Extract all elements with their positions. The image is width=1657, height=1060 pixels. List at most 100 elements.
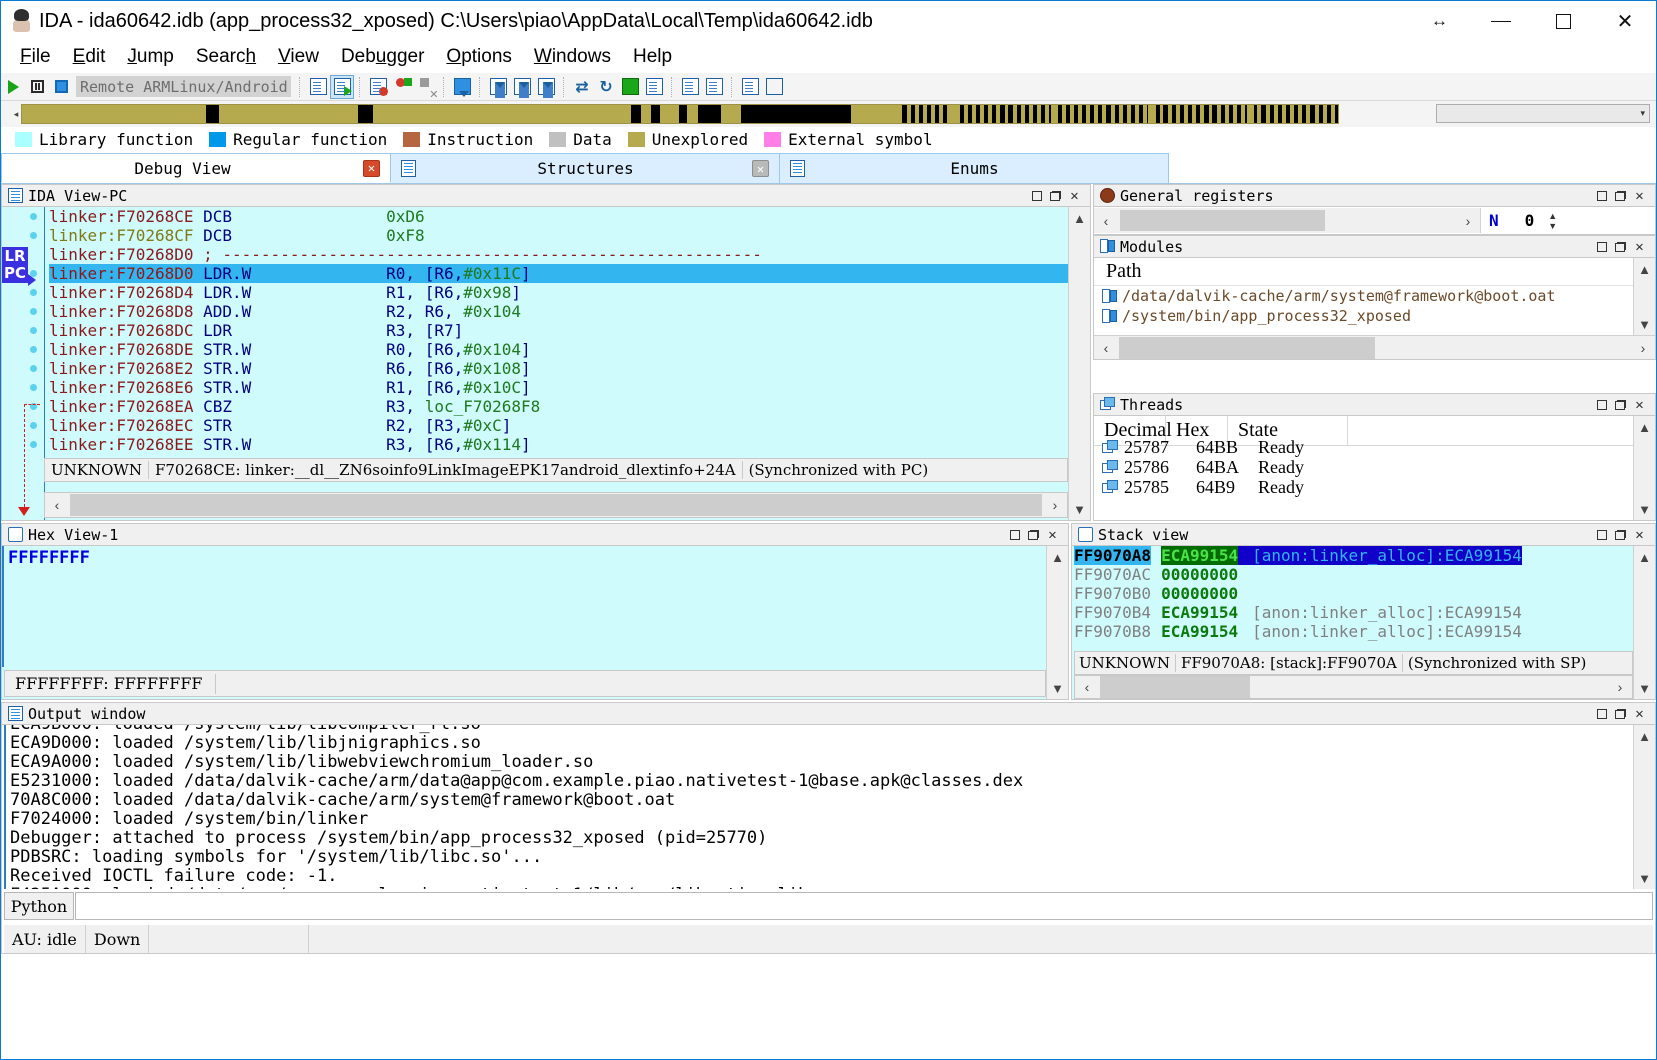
modules-column-header[interactable]: Path <box>1094 258 1655 286</box>
registers-restore-button[interactable] <box>1611 187 1630 205</box>
scroll-down-icon[interactable]: ▼ <box>1634 867 1656 889</box>
menu-edit[interactable]: Edit <box>62 44 117 70</box>
modules-vscrollbar[interactable]: ▲ ▼ <box>1633 258 1655 335</box>
pause-button[interactable] <box>26 76 48 98</box>
disassembly-line[interactable]: linker:F70268CF DCB 0xF8 <box>49 226 1068 245</box>
threads-close-button[interactable] <box>1630 396 1649 414</box>
scroll-up-icon[interactable]: ▲ <box>1634 416 1656 438</box>
scroll-left-icon[interactable]: ‹ <box>45 493 69 517</box>
add-breakpoint-button[interactable] <box>391 76 413 98</box>
threads-maximize-button[interactable] <box>1592 396 1611 414</box>
ida-view-hscrollbar[interactable]: ‹ › <box>44 492 1068 518</box>
scroll-up-icon[interactable]: ▲ <box>1634 725 1656 747</box>
ida-view-close-button[interactable] <box>1065 187 1084 205</box>
stack-view-close-button[interactable] <box>1630 526 1649 544</box>
output-vscrollbar[interactable]: ▲ ▼ <box>1633 725 1655 889</box>
scroll-left-icon[interactable]: ‹ <box>1094 336 1118 360</box>
stack-row[interactable]: FF9070B8 ECA99154 [anon:linker_alloc]:ECA9… <box>1074 622 1633 641</box>
spinner-up-icon[interactable]: ▲ <box>1548 211 1557 221</box>
registers-maximize-button[interactable] <box>1592 187 1611 205</box>
disassembly-line[interactable]: linker:F70268EE STR.W R3, [R6,#0x114] <box>49 435 1068 454</box>
spinner-down-icon[interactable]: ▼ <box>1548 221 1557 231</box>
modules-maximize-button[interactable] <box>1592 238 1611 256</box>
tab-structures[interactable]: Structures ✕ <box>390 153 780 183</box>
menu-debugger[interactable]: Debugger <box>330 44 435 70</box>
flag-n[interactable]: N 0 <box>1489 211 1534 230</box>
output-close-button[interactable] <box>1630 705 1649 723</box>
nav-left-icon[interactable]: ◂ <box>11 104 21 124</box>
modules-restore-button[interactable] <box>1611 238 1630 256</box>
registers-close-button[interactable] <box>1630 187 1649 205</box>
watch-button[interactable] <box>739 76 761 98</box>
hex-view-restore-button[interactable] <box>1024 526 1043 544</box>
scroll-down-icon[interactable]: ▼ <box>1634 313 1656 335</box>
disassembly-line[interactable]: linker:F70268CE DCB 0xD6 <box>49 207 1068 226</box>
hex-view-close-button[interactable] <box>1043 526 1062 544</box>
python-command-input[interactable] <box>75 892 1653 920</box>
maximize-button[interactable] <box>1532 1 1594 41</box>
step-into-c-button[interactable] <box>307 76 329 98</box>
stack-row[interactable]: FF9070A8 ECA99154 [anon:linker_alloc]:ECA9… <box>1074 546 1633 565</box>
scroll-down-icon[interactable]: ▼ <box>1047 677 1069 699</box>
minimize-button[interactable] <box>1470 1 1532 41</box>
module-row[interactable]: /data/dalvik-cache/arm/system@framework@… <box>1094 286 1655 306</box>
tracing-button[interactable] <box>763 76 785 98</box>
jump-button[interactable]: ⇄ <box>571 76 593 98</box>
threads-restore-button[interactable] <box>1611 396 1630 414</box>
disassembly-line[interactable]: linker:F70268DE STR.W R0, [R6,#0x104] <box>49 340 1068 359</box>
output-restore-button[interactable] <box>1611 705 1630 723</box>
output-log[interactable]: ECA9B000: loaded /system/lib/libcompiler… <box>4 725 1633 889</box>
resize-button[interactable]: ↔ <box>1408 1 1470 41</box>
scroll-left-icon[interactable]: ‹ <box>1094 209 1118 233</box>
jump-to-marker-button[interactable] <box>619 76 641 98</box>
return-button[interactable]: ↻ <box>595 76 617 98</box>
breakpoint-list-button[interactable] <box>367 76 389 98</box>
scroll-down-icon[interactable]: ▼ <box>1634 498 1656 520</box>
scroll-down-icon[interactable]: ▼ <box>1634 677 1656 699</box>
scroll-down-icon[interactable]: ▼ <box>1069 498 1091 520</box>
stack-row[interactable]: FF9070AC 00000000 <box>1074 565 1633 584</box>
thread-row[interactable]: 25785 64B9 Ready <box>1094 477 1655 497</box>
step-out-button[interactable] <box>511 76 533 98</box>
disassembly-line[interactable]: linker:F70268E6 STR.W R1, [R6,#0x10C] <box>49 378 1068 397</box>
threads-window-button[interactable] <box>679 76 701 98</box>
disassembly-line[interactable]: linker:F70268D4 LDR.W R1, [R6,#0x98] <box>49 283 1068 302</box>
menu-view[interactable]: View <box>267 44 330 70</box>
menu-jump[interactable]: Jump <box>116 44 184 70</box>
ida-view-maximize-button[interactable] <box>1027 187 1046 205</box>
modules-window-button[interactable] <box>703 76 725 98</box>
run-button[interactable] <box>2 76 24 98</box>
jump-to-segment-button[interactable] <box>643 76 665 98</box>
delete-breakpoint-button[interactable] <box>415 76 439 101</box>
scroll-up-icon[interactable]: ▲ <box>1047 546 1069 568</box>
disassembly-line[interactable]: linker:F70268D8 ADD.W R2, R6, #0x104 <box>49 302 1068 321</box>
registers-hscrollbar[interactable]: ‹ › <box>1094 208 1481 233</box>
flag-spinner[interactable]: ▲ ▼ <box>1548 211 1557 231</box>
stack-view-restore-button[interactable] <box>1611 526 1630 544</box>
hex-view-maximize-button[interactable] <box>1005 526 1024 544</box>
tab-debug-view[interactable]: Debug View ✕ <box>1 153 391 183</box>
scroll-up-icon[interactable]: ▲ <box>1634 258 1656 280</box>
disassembly-line[interactable]: linker:F70268E2 STR.W R6, [R6,#0x108] <box>49 359 1068 378</box>
disassembly-line[interactable]: linker:F70268D0 ; ----------------------… <box>49 245 1068 264</box>
menu-file[interactable]: FFileile <box>9 44 62 70</box>
stop-button[interactable] <box>50 76 72 98</box>
tab-debug-view-close-icon[interactable]: ✕ <box>363 159 380 177</box>
stack-row[interactable]: FF9070B4 ECA99154 [anon:linker_alloc]:ECA9… <box>1074 603 1633 622</box>
thread-row[interactable]: 25786 64BA Ready <box>1094 457 1655 477</box>
scroll-left-icon[interactable]: ‹ <box>1075 675 1099 699</box>
module-row[interactable]: /system/bin/app_process32_xposed <box>1094 306 1655 326</box>
stack-view-hscrollbar[interactable]: ‹ › <box>1074 675 1633 699</box>
modules-close-button[interactable] <box>1630 238 1649 256</box>
registers-scroll-thumb[interactable] <box>1120 210 1325 231</box>
menu-search[interactable]: Search <box>185 44 267 70</box>
scroll-right-icon[interactable]: › <box>1043 493 1067 517</box>
close-button[interactable] <box>1594 1 1656 41</box>
ida-view-vscrollbar[interactable]: ▲ ▼ <box>1068 207 1090 520</box>
hex-view-content[interactable]: FFFFFFFF <box>2 546 1046 667</box>
scroll-up-icon[interactable]: ▲ <box>1069 207 1091 229</box>
run-until-return-button[interactable] <box>535 76 557 98</box>
modules-hscrollbar[interactable]: ‹ › <box>1094 335 1655 359</box>
tab-enums[interactable]: Enums <box>779 153 1169 183</box>
scroll-right-icon[interactable]: › <box>1608 675 1632 699</box>
